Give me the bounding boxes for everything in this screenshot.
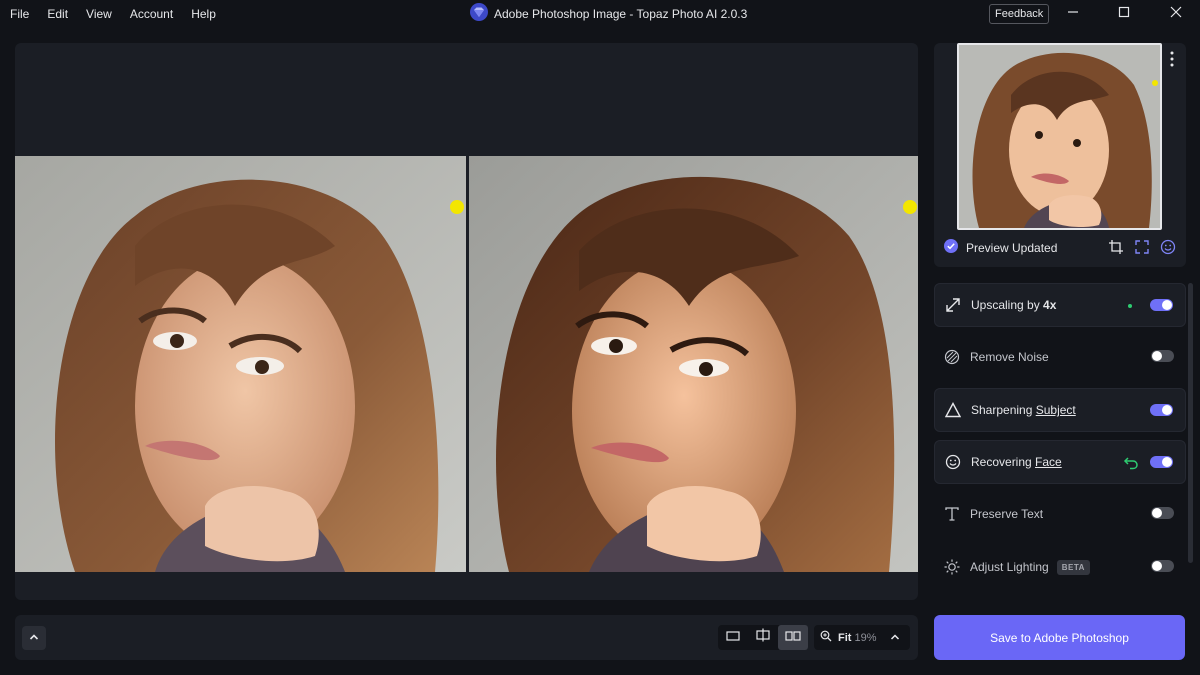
menu-edit[interactable]: Edit (38, 0, 77, 28)
view-mode-group (718, 625, 808, 650)
single-view-icon (726, 629, 740, 647)
menu-account[interactable]: Account (121, 0, 182, 28)
sharpening-toggle[interactable] (1150, 404, 1173, 416)
zoom-mode-label: Fit (838, 631, 852, 644)
minimize-icon (1067, 5, 1079, 23)
adjust-lighting-toggle[interactable] (1151, 560, 1174, 572)
menu-view[interactable]: View (77, 0, 121, 28)
feature-label: Recovering Face (971, 455, 1062, 469)
split-view-button[interactable] (748, 625, 778, 650)
zoom-icon (820, 629, 832, 647)
preview-status-text: Preview Updated (966, 241, 1058, 255)
recovering-face-toggle[interactable] (1150, 456, 1173, 468)
fullscreen-icon[interactable] (1134, 239, 1150, 260)
menu-file[interactable]: File (0, 0, 38, 28)
beta-badge: BETA (1056, 559, 1090, 575)
feedback-button[interactable]: Feedback (989, 4, 1050, 24)
close-button[interactable] (1153, 0, 1199, 28)
feature-remove-noise[interactable]: Remove Noise (934, 335, 1186, 379)
feature-label: Adjust Lighting (970, 560, 1049, 574)
status-dot (1128, 304, 1132, 308)
window-title-text: Adobe Photoshop Image - Topaz Photo AI 2… (494, 7, 748, 21)
maximize-icon (1118, 5, 1130, 23)
check-circle-icon (944, 238, 958, 258)
remove-noise-icon (944, 349, 960, 365)
side-by-side-view-icon (785, 629, 801, 647)
chevron-up-icon (29, 629, 39, 647)
single-view-button[interactable] (718, 625, 748, 650)
face-detect-icon[interactable] (1160, 239, 1176, 260)
face-icon (945, 454, 961, 470)
bottom-toolbar: Fit 19% (15, 615, 918, 660)
feature-label: Remove Noise (970, 350, 1049, 364)
remove-noise-toggle[interactable] (1151, 350, 1174, 362)
expand-panel-button[interactable] (22, 626, 46, 650)
chevron-up-icon[interactable] (890, 629, 900, 647)
preview-tools (1108, 239, 1176, 260)
maximize-button[interactable] (1101, 0, 1147, 28)
navigator-panel: Preview Updated (934, 43, 1186, 267)
feature-upscaling[interactable]: Upscaling by 4x (934, 283, 1186, 327)
preview-status: Preview Updated (944, 238, 1058, 258)
zoom-control[interactable]: Fit 19% (814, 625, 910, 650)
feature-preserve-text[interactable]: Preserve Text (934, 492, 1186, 536)
title-bar: File Edit View Account Help Adobe Photos… (0, 0, 1200, 28)
original-image[interactable] (15, 156, 466, 572)
feature-adjust-lighting[interactable]: Adjust Lighting BETA (934, 545, 1186, 589)
navigator-thumbnail[interactable] (957, 43, 1162, 230)
topaz-logo-icon (470, 2, 488, 26)
save-to-photoshop-button[interactable]: Save to Adobe Photoshop (934, 615, 1185, 660)
preserve-text-toggle[interactable] (1151, 507, 1174, 519)
preview-panel (15, 43, 918, 600)
side-by-side-view-button[interactable] (778, 625, 808, 650)
sharpening-model-link[interactable]: Subject (1036, 403, 1076, 417)
zoom-percentage: 19% (854, 631, 877, 644)
feature-recovering-face[interactable]: Recovering Face (934, 440, 1186, 484)
crop-icon[interactable] (1108, 239, 1124, 260)
feature-sharpening[interactable]: Sharpening Subject (934, 388, 1186, 432)
cursor-marker-left (450, 200, 464, 214)
close-icon (1170, 5, 1182, 23)
feature-label: Preserve Text (970, 507, 1044, 521)
face-recovery-link[interactable]: Face (1035, 455, 1062, 469)
feature-label: Upscaling by 4x (971, 298, 1057, 312)
enhanced-image[interactable] (469, 156, 918, 572)
split-view-icon (756, 628, 770, 647)
undo-icon[interactable] (1123, 455, 1139, 476)
menu-help[interactable]: Help (182, 0, 225, 28)
text-icon (944, 506, 960, 522)
cursor-marker-right (903, 200, 917, 214)
sidebar-scrollbar[interactable] (1188, 283, 1193, 563)
more-options-icon[interactable] (1170, 51, 1174, 72)
menu-bar: File Edit View Account Help (0, 0, 225, 28)
feature-label: Sharpening Subject (971, 403, 1076, 417)
upscaling-toggle[interactable] (1150, 299, 1173, 311)
minimize-button[interactable] (1050, 0, 1096, 28)
lighting-icon (944, 559, 960, 575)
sharpen-icon (945, 402, 961, 418)
upscale-icon (945, 297, 961, 313)
window-title: Adobe Photoshop Image - Topaz Photo AI 2… (470, 2, 748, 26)
